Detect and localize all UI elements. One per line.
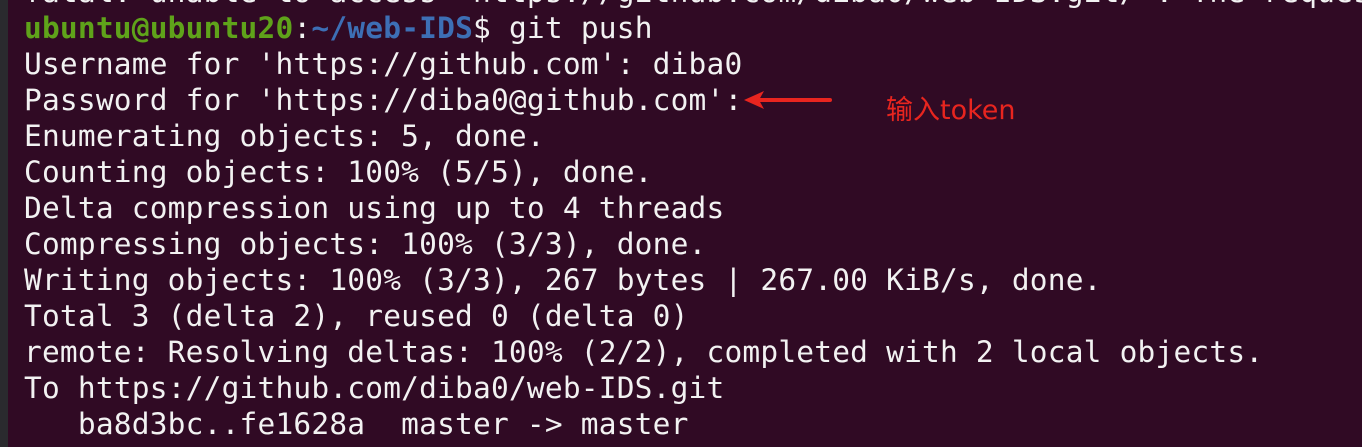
red-arrow-icon <box>744 91 832 109</box>
annotation-label: 输入token <box>886 95 1016 126</box>
output-line: Password for 'https://diba0@github.com': <box>24 83 743 117</box>
clipped-output-line: fatal: unable to access 'https://github.… <box>24 0 1362 10</box>
output-line: Writing objects: 100% (3/3), 267 bytes |… <box>24 263 1102 297</box>
output-line: remote: Resolving deltas: 100% (2/2), co… <box>24 335 1264 369</box>
output-line: Username for 'https://github.com': diba0 <box>24 47 743 81</box>
prompt-dollar: $ <box>473 11 492 45</box>
output-line: To https://github.com/diba0/web-IDS.git <box>24 371 725 405</box>
output-line: Delta compression using up to 4 threads <box>24 191 725 225</box>
output-line: Enumerating objects: 5, done. <box>24 119 545 153</box>
output-line: Counting objects: 100% (5/5), done. <box>24 155 653 189</box>
terminal-output[interactable]: fatal: unable to access 'https://github.… <box>24 0 1362 442</box>
command: git push <box>491 11 653 45</box>
output-line: Total 3 (delta 2), reused 0 (delta 0) <box>24 299 689 333</box>
output-line: ba8d3bc..fe1628a master -> master <box>24 407 689 441</box>
prompt-line: ubuntu@ubuntu20:~/web-IDS$ git push <box>24 10 1362 46</box>
prompt-separator: : <box>293 11 312 45</box>
output-line: Compressing objects: 100% (3/3), done. <box>24 227 707 261</box>
prompt-user-host: ubuntu@ubuntu20 <box>24 11 294 45</box>
prompt-path: ~/web-IDS <box>311 11 474 45</box>
window-edge <box>0 0 8 447</box>
